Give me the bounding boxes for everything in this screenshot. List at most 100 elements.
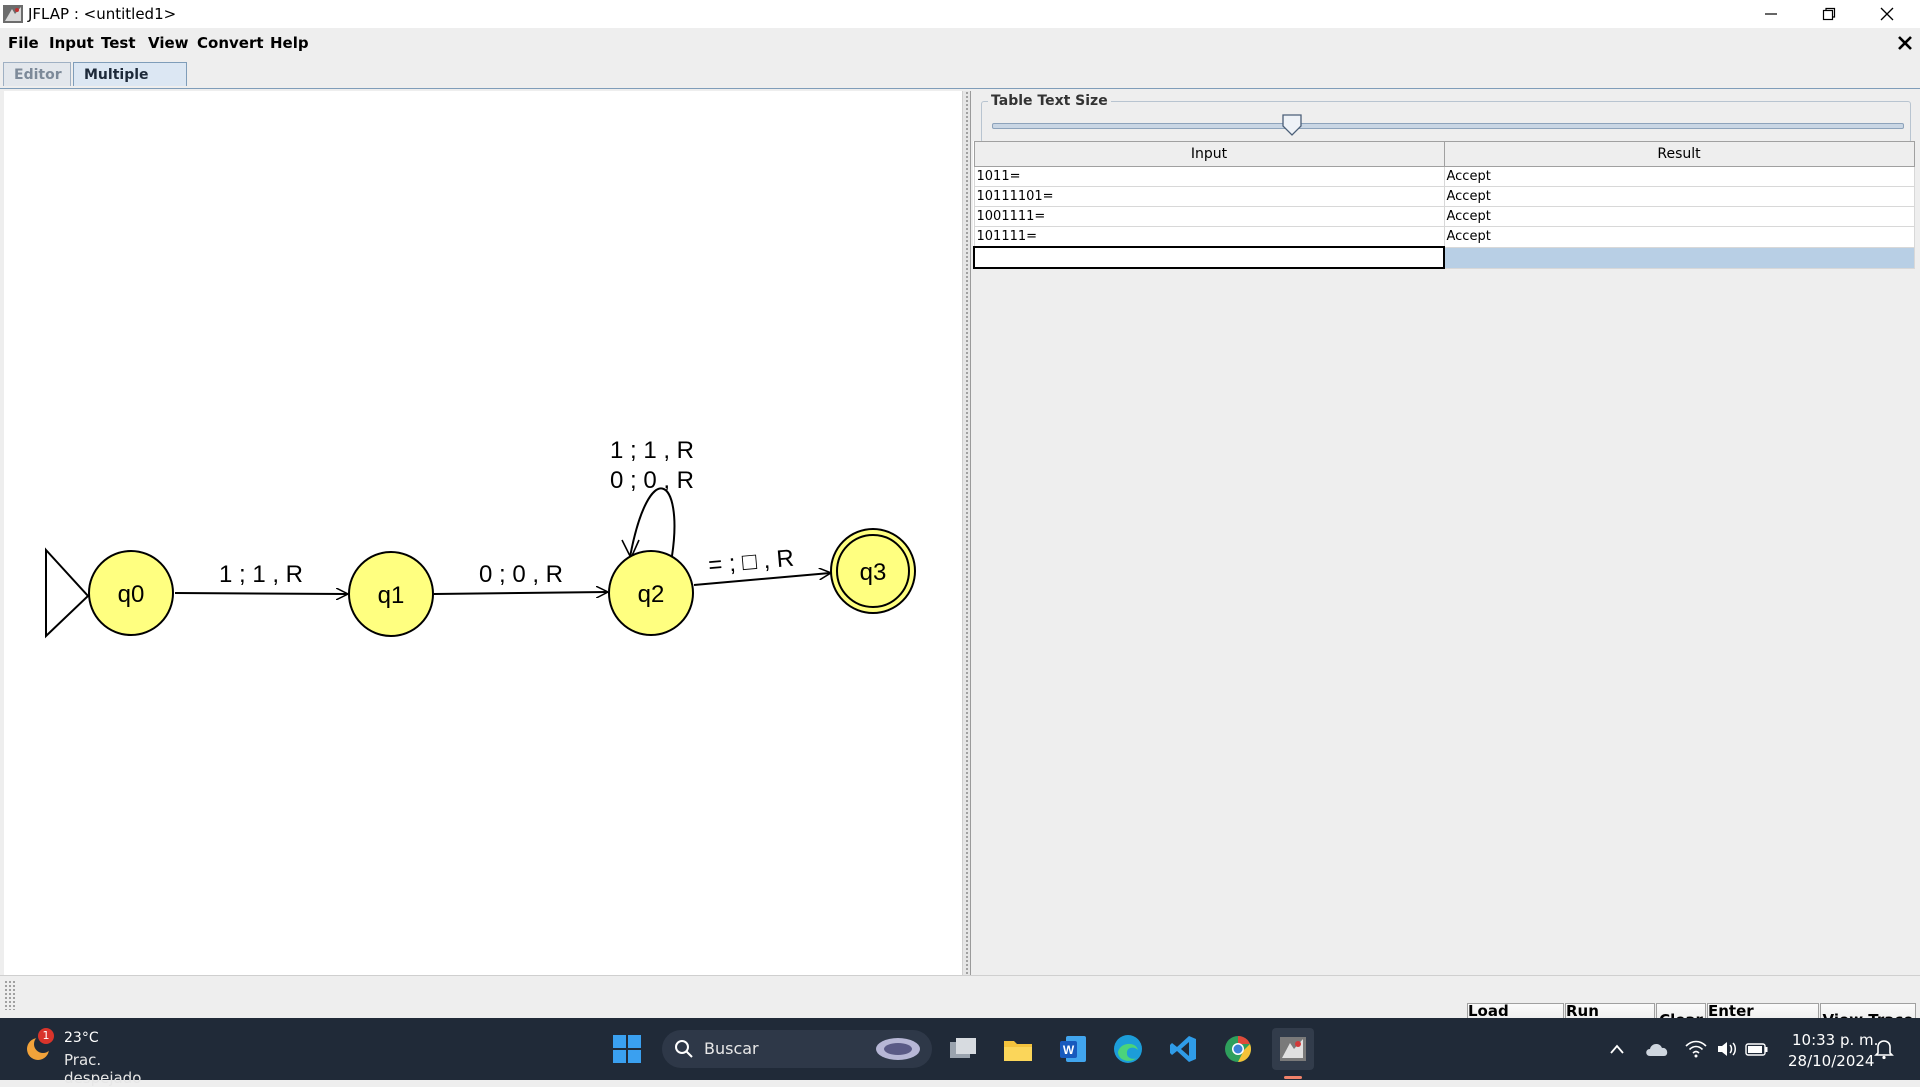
menu-help[interactable]: Help: [270, 34, 309, 52]
close-tab-button[interactable]: [1892, 30, 1918, 56]
show-hidden-icons-button[interactable]: [1597, 1028, 1637, 1070]
bell-icon: [1874, 1040, 1894, 1060]
state-q3[interactable]: q3: [830, 528, 916, 614]
menu-view[interactable]: View: [148, 34, 189, 52]
table-row[interactable]: 10111101= Accept: [973, 186, 1915, 207]
restore-icon: [1822, 7, 1836, 21]
menu-file[interactable]: File: [8, 34, 39, 52]
close-icon: [1898, 36, 1912, 50]
result-cell: Accept: [1443, 226, 1915, 248]
input-cell[interactable]: 101111=: [973, 226, 1445, 248]
vscode-icon: [1170, 1036, 1196, 1062]
speaker-icon: [1718, 1042, 1736, 1056]
text-size-slider-track[interactable]: [992, 123, 1904, 129]
multiple-run-panel: Table Text Size Input Result 1011= Accep…: [970, 91, 1917, 975]
search-highlight-icon: [876, 1038, 920, 1060]
search-icon: [675, 1040, 693, 1058]
menu-input[interactable]: Input: [49, 34, 94, 52]
minimize-button[interactable]: [1742, 0, 1800, 28]
word-icon: W: [1060, 1036, 1086, 1062]
new-input-cell[interactable]: [973, 246, 1445, 269]
tab-bar: Editor Multiple Run: [0, 60, 1920, 107]
transition-q0-q1: [174, 593, 347, 594]
table-text-size-group: Table Text Size: [981, 93, 1911, 143]
state-q1[interactable]: q1: [348, 551, 434, 637]
slider-title: Table Text Size: [988, 93, 1111, 109]
menu-bar: File Input Test View Convert Help: [0, 28, 1920, 58]
window-title: JFLAP : <untitled1>: [28, 5, 177, 23]
initial-state-marker: [45, 547, 90, 639]
active-app-indicator: [1284, 1076, 1302, 1079]
cloud-icon: [1646, 1043, 1668, 1056]
onedrive-button[interactable]: [1638, 1028, 1676, 1070]
column-header-input[interactable]: Input: [973, 141, 1445, 167]
label-q2-loop-2: 0 ; 0 , R: [610, 467, 694, 494]
jflap-taskbar-button[interactable]: [1272, 1028, 1314, 1070]
menu-test[interactable]: Test: [101, 34, 136, 52]
minimize-icon: [1765, 13, 1777, 15]
chrome-button[interactable]: [1217, 1028, 1259, 1070]
word-button[interactable]: W: [1052, 1028, 1094, 1070]
transition-q1-q2: [433, 592, 607, 594]
notifications-button[interactable]: [1864, 1028, 1904, 1070]
new-input-row[interactable]: [973, 246, 1915, 269]
vscode-button[interactable]: [1162, 1028, 1204, 1070]
state-q1-label: q1: [378, 582, 405, 609]
state-q3-label: q3: [860, 559, 887, 586]
menu-convert[interactable]: Convert: [197, 34, 264, 52]
browser-icon: [1225, 1036, 1251, 1062]
svg-text:W: W: [1063, 1043, 1075, 1057]
column-header-result[interactable]: Result: [1443, 141, 1915, 167]
battery-button[interactable]: [1738, 1028, 1776, 1070]
automaton-canvas[interactable]: 1 ; 1 , R 0 ; 0 , R 1 ; 1 , R 0 ; 0 , R …: [4, 91, 962, 975]
label-q0-q1: 1 ; 1 , R: [219, 561, 303, 588]
state-q2-label: q2: [638, 581, 665, 608]
task-view-button[interactable]: [942, 1028, 984, 1070]
resize-grip[interactable]: [4, 980, 16, 1010]
start-button[interactable]: [606, 1028, 648, 1070]
label-q2-loop-1: 1 ; 1 , R: [610, 437, 694, 464]
tab-multiple-run[interactable]: Multiple Run: [73, 62, 187, 107]
clock-date: 28/10/2024: [1788, 1052, 1875, 1070]
jflap-app-icon: [3, 5, 23, 23]
new-result-cell: [1443, 246, 1915, 269]
title-bar: JFLAP : <untitled1>: [0, 0, 1920, 28]
file-explorer-button[interactable]: [997, 1028, 1039, 1070]
label-q1-q2: 0 ; 0 , R: [479, 561, 563, 588]
text-size-slider-thumb[interactable]: [1282, 114, 1302, 136]
table-row[interactable]: 101111= Accept: [973, 226, 1915, 248]
result-cell: Accept: [1443, 186, 1915, 207]
table-row[interactable]: 1001111= Accept: [973, 206, 1915, 227]
state-q0-label: q0: [118, 581, 145, 608]
weather-temperature: 23°C: [64, 1030, 99, 1046]
state-q0[interactable]: q0: [88, 550, 174, 636]
result-cell: Accept: [1443, 206, 1915, 227]
taskbar-search[interactable]: Buscar: [662, 1030, 932, 1068]
edge-icon: [1114, 1035, 1142, 1063]
runs-table: Input Result 1011= Accept 10111101= Acce…: [973, 141, 1915, 269]
label-q2-q3: = ; □ , R: [707, 545, 795, 579]
battery-icon: [1745, 1043, 1768, 1056]
close-icon: [1880, 7, 1894, 21]
jflap-app-icon: [1280, 1037, 1306, 1061]
input-cell[interactable]: 1011=: [973, 166, 1445, 187]
automaton-diagram: 1 ; 1 , R 0 ; 0 , R 1 ; 1 , R 0 ; 0 , R …: [45, 437, 916, 639]
state-q2[interactable]: q2: [608, 550, 694, 636]
tab-editor[interactable]: Editor: [3, 62, 71, 86]
result-cell: Accept: [1443, 166, 1915, 187]
edge-button[interactable]: [1107, 1028, 1149, 1070]
input-cell[interactable]: 1001111=: [973, 206, 1445, 227]
table-row[interactable]: 1011= Accept: [973, 166, 1915, 187]
weather-widget[interactable]: 1 23°C Prac. despejado: [20, 1018, 180, 1087]
input-cell[interactable]: 10111101=: [973, 186, 1445, 207]
folder-icon: [1004, 1041, 1032, 1061]
chevron-up-icon: [1610, 1044, 1624, 1054]
search-placeholder: Buscar: [704, 1039, 759, 1058]
wifi-icon: [1685, 1040, 1707, 1058]
weather-description: Prac. despejado: [64, 1051, 142, 1087]
close-button[interactable]: [1858, 0, 1916, 28]
taskbar: 1 23°C Prac. despejado Buscar W 10:33 p.…: [0, 1018, 1920, 1087]
weather-badge: 1: [38, 1028, 54, 1044]
restore-button[interactable]: [1800, 0, 1858, 28]
task-view-icon: [950, 1038, 976, 1058]
